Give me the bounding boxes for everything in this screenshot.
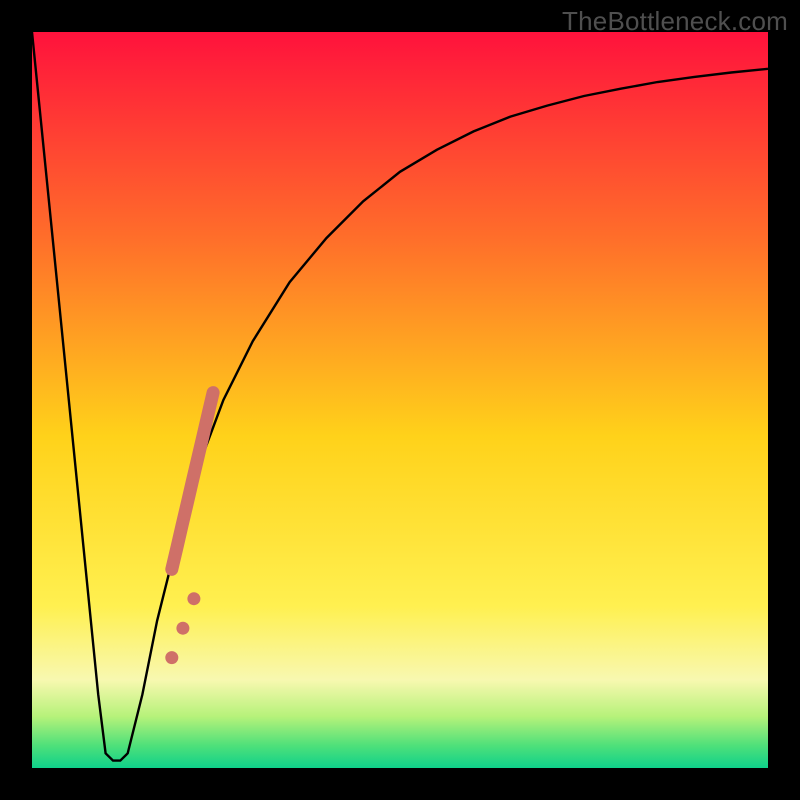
highlight-dot — [176, 622, 189, 635]
highlight-dot — [165, 651, 178, 664]
plot-area — [32, 32, 768, 768]
chart-frame: TheBottleneck.com — [0, 0, 800, 800]
highlight-dot — [187, 592, 200, 605]
gradient-background — [32, 32, 768, 768]
chart-svg — [32, 32, 768, 768]
